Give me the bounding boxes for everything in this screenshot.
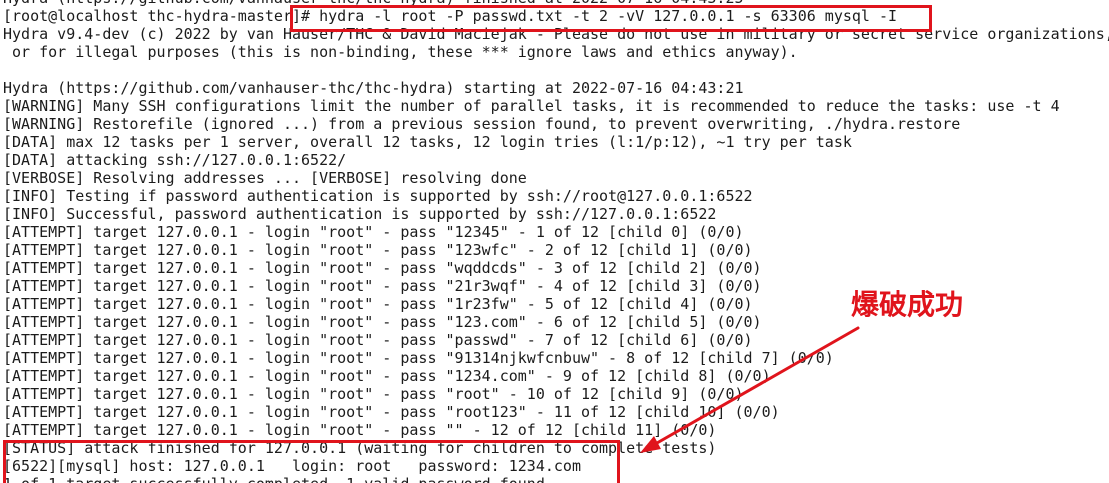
terminal-line: [INFO] Testing if password authenticatio… <box>3 187 753 205</box>
terminal-line: [ATTEMPT] target 127.0.0.1 - login "root… <box>3 241 753 259</box>
terminal-line: [DATA] attacking ssh://127.0.0.1:6522/ <box>3 151 347 169</box>
terminal-line: [ATTEMPT] target 127.0.0.1 - login "root… <box>3 223 744 241</box>
terminal-line: or for illegal purposes (this is non-bin… <box>3 43 798 61</box>
terminal-line: [WARNING] Many SSH configurations limit … <box>3 97 1060 115</box>
terminal-line: [6522][mysql] host: 127.0.0.1 login: roo… <box>3 457 581 475</box>
success-annotation-label: 爆破成功 <box>851 288 964 321</box>
terminal-line: [root@localhost thc-hydra-master]# hydra… <box>3 7 898 25</box>
terminal-line: [ATTEMPT] target 127.0.0.1 - login "root… <box>3 331 753 349</box>
terminal-line: [ATTEMPT] target 127.0.0.1 - login "root… <box>3 421 717 439</box>
terminal-line: [VERBOSE] Resolving addresses ... [VERBO… <box>3 169 527 187</box>
terminal-line: 1 of 1 target successfully completed, 1 … <box>3 475 1109 483</box>
terminal-line: [ATTEMPT] target 127.0.0.1 - login "root… <box>3 259 762 277</box>
terminal-line: [DATA] max 12 tasks per 1 server, overal… <box>3 133 852 151</box>
terminal-line: Hydra v9.4-dev (c) 2022 by van Hauser/TH… <box>3 25 1109 43</box>
terminal-line: [ATTEMPT] target 127.0.0.1 - login "root… <box>3 403 780 421</box>
terminal-line: [ATTEMPT] target 127.0.0.1 - login "root… <box>3 349 834 367</box>
terminal-screenshot: Hydra (https://github.com/vanhauser-thc/… <box>0 0 1109 483</box>
terminal-line: [ATTEMPT] target 127.0.0.1 - login "root… <box>3 385 744 403</box>
terminal-output[interactable]: Hydra (https://github.com/vanhauser-thc/… <box>3 0 1109 483</box>
terminal-line: [INFO] Successful, password authenticati… <box>3 205 717 223</box>
terminal-line: Hydra (https://github.com/vanhauser-thc/… <box>3 0 1109 7</box>
terminal-line: [STATUS] attack finished for 127.0.0.1 (… <box>3 439 717 457</box>
terminal-line: [ATTEMPT] target 127.0.0.1 - login "root… <box>3 367 771 385</box>
terminal-line: Hydra (https://github.com/vanhauser-thc/… <box>3 79 744 97</box>
terminal-line: [WARNING] Restorefile (ignored ...) from… <box>3 115 961 133</box>
